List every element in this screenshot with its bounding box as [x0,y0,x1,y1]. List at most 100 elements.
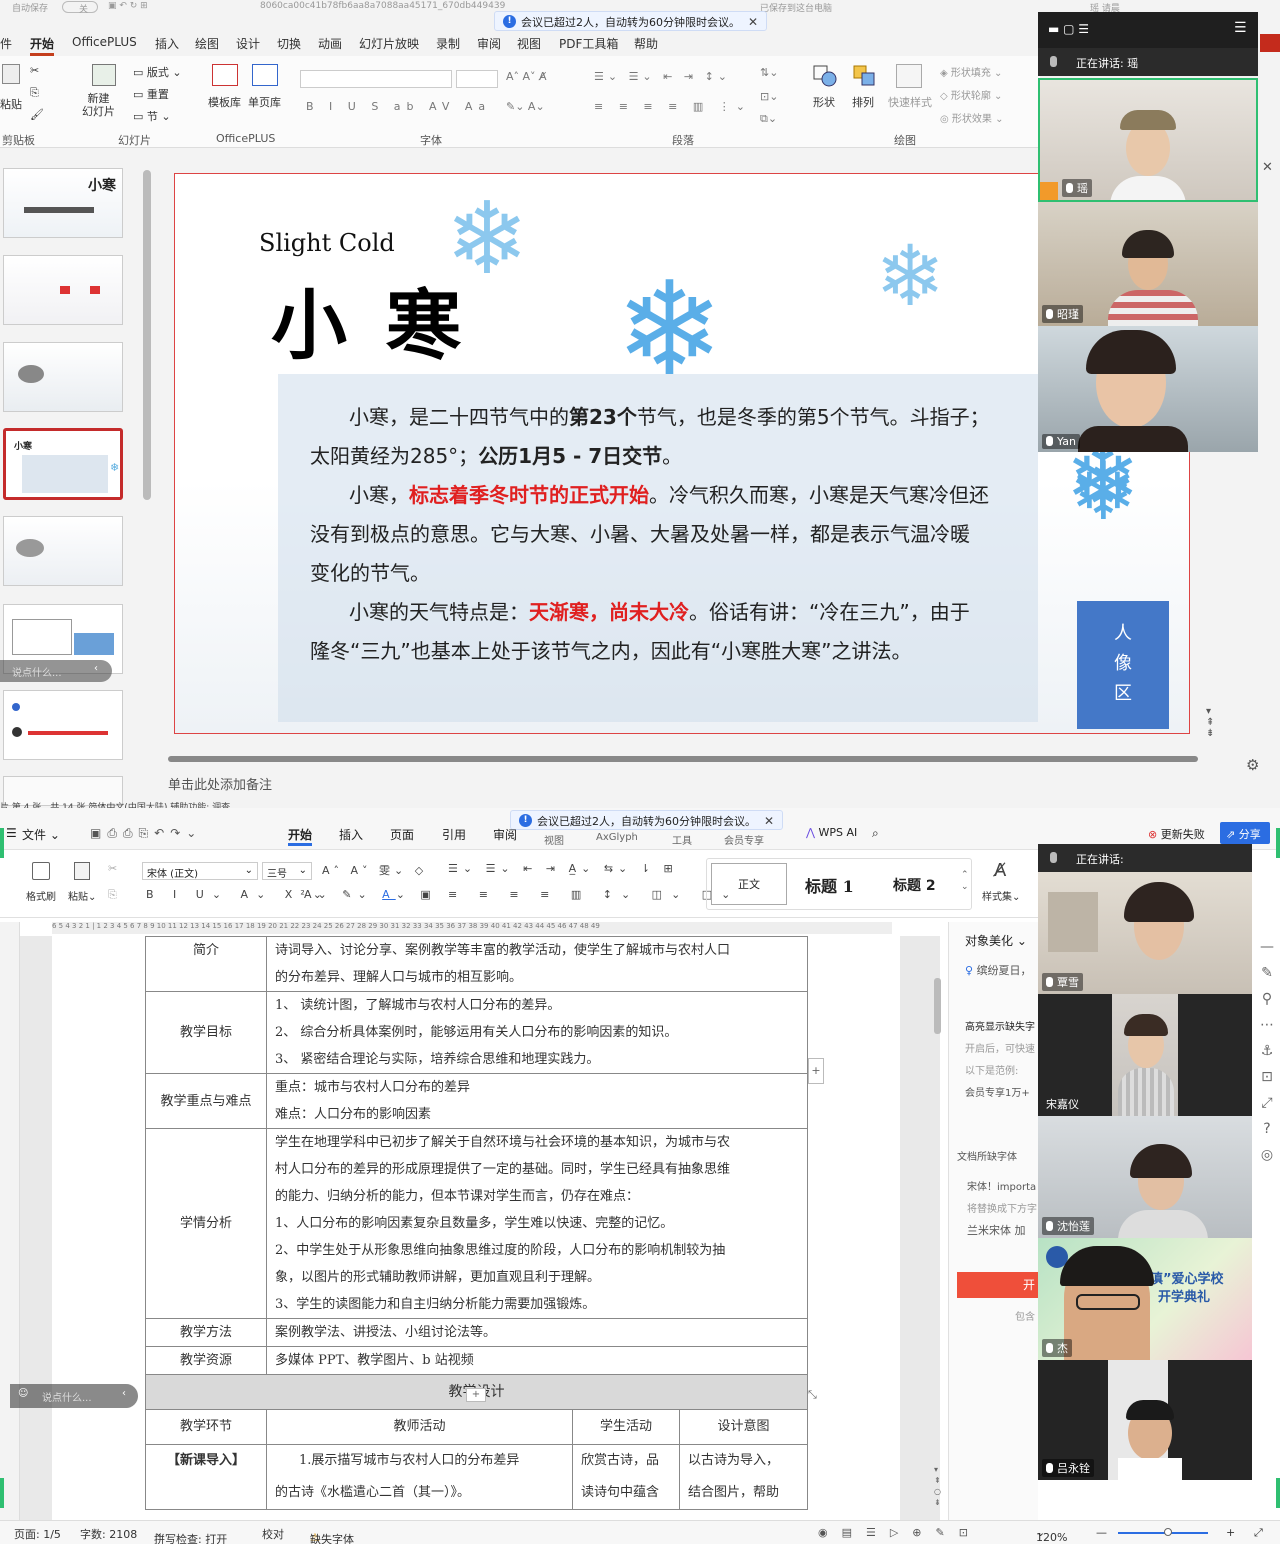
font-name-select[interactable] [300,70,452,88]
font-name-select[interactable]: 宋体 (正文) ⌄ [142,862,258,880]
shape-outline-button[interactable]: ◇ 形状轮廓 ⌄ [940,87,1002,102]
shapes-icon[interactable] [812,64,838,88]
layout-button[interactable]: ▭ 版式 ⌄ [133,64,182,80]
save-icon[interactable]: ▣ ↶ ↻ ⊞ [108,1,148,11]
chevron-left-icon[interactable]: ‹ [122,1388,126,1399]
vertical-scrollbar[interactable] [934,978,941,1034]
table-cell[interactable]: 重点：城市与农村人口分布的差异 难点：人口分布的影响因素 [266,1073,808,1129]
tab-animation[interactable]: 动画 [318,35,342,52]
comment-button[interactable] [1260,34,1280,52]
reset-button[interactable]: ▭ 重置 [133,86,169,102]
close-icon[interactable]: ✕ [748,15,758,29]
video-tile[interactable]: 吕永铨 [1038,1360,1252,1480]
table-cell[interactable]: 多媒体 PPT、教学图片、b 站视频 [266,1346,808,1375]
add-column-button[interactable]: + [808,1058,824,1084]
zoom-in-icon[interactable]: + [1226,1526,1235,1539]
arrange-button[interactable]: 排列 [852,94,874,110]
copy-icon[interactable]: ⎘ [30,86,39,100]
scroll-arrows-icon[interactable]: ▾ ⇞ ⇟ [1206,706,1214,739]
slide-thumbnail-1[interactable]: 小寒 [3,168,123,238]
tab-help[interactable]: 帮助 [634,35,658,52]
table-cell[interactable]: 1.展示描写城市与农村人口的分布差异 的古诗《水槛遣心二首（其一）》。 [266,1444,573,1510]
slide-thumbnail-7[interactable] [3,690,123,760]
new-slide-button[interactable]: 新建 幻灯片 [82,92,115,118]
style-heading2[interactable]: 标题 2 [893,875,936,895]
style-heading1[interactable]: 标题 1 [805,873,854,897]
video-tile[interactable]: 沈怡莲 [1038,1116,1252,1238]
list-icons[interactable]: ☰⌄ ☰⌄ ⇤ ⇥ A̲⌄ ⇆⌄ ⇂ ⊞ [448,862,678,875]
section-button[interactable]: ▭ 节 ⌄ [133,108,171,124]
single-page-button[interactable]: 单页库 [248,94,281,110]
tab-review[interactable]: 审阅 [477,35,501,52]
tab-pdf-tools[interactable]: PDF工具箱 [559,35,618,52]
wps-ai-button[interactable]: ⋀ WPS AI [806,826,857,839]
thumbnail-scrollbar[interactable] [143,170,151,500]
font-grow-icon[interactable]: A˄ A˅ A̸ [506,70,547,83]
shape-effect-button[interactable]: ◎ 形状效果 ⌄ [940,110,1003,125]
gear-icon[interactable]: ⚙ [1246,756,1259,774]
gallery-scroll-icon[interactable]: ⌃ ⌄ [961,869,969,893]
video-tile[interactable]: 瑶 [1038,78,1258,202]
template-button[interactable]: 模板库 [208,94,241,110]
tab-design[interactable]: 设计 [236,35,260,52]
tab-record[interactable]: 录制 [436,35,460,52]
view-mode-icons[interactable]: ◉▤☰▷⊕✎⊡ [818,1526,982,1539]
tab-tools[interactable]: 工具 [672,832,692,847]
tab-vip[interactable]: 会员专享 [724,832,764,847]
list-icons[interactable]: ☰⌄ ☰⌄ ⇤ ⇥ ↕⌄ [594,70,731,83]
arrange-icon[interactable] [852,64,878,88]
font-size-grow-icon[interactable]: A˄ A˅ 雯⌄ ◇ [322,862,427,878]
format-brush-button[interactable]: 格式刷 [26,888,56,903]
proofread-button[interactable]: 校对 [262,1526,284,1542]
tab-slideshow[interactable]: 幻灯片放映 [359,35,419,52]
tab-home[interactable]: 开始 [30,35,55,56]
quick-access-icons[interactable]: ▣⎙⎙⎘↶↷⌄ [90,826,202,841]
window-controls-icon[interactable]: ▬ ▢ ☰ [1048,22,1089,36]
font-color-icon[interactable]: ✎⌄ A⌄ [506,100,545,113]
table-cell[interactable]: 1、 读统计图，了解城市与农村人口分布的差异。 2、 综合分析具体案例时，能够运用… [266,991,808,1074]
tab-draw[interactable]: 绘图 [195,35,219,52]
chat-input[interactable]: ☺ 说点什么... ‹ [10,1384,138,1408]
slide-thumbnail-3[interactable] [3,342,123,412]
font-size-select[interactable]: 三号 ⌄ [262,862,312,880]
table-cell[interactable]: 欣赏古诗，品 读诗句中蕴含 [572,1444,680,1510]
tab-reference[interactable]: 引用 [442,826,466,843]
tab-file[interactable]: 文件 ⌄ [22,826,60,843]
font-format-icons[interactable]: B I U S ab AV Aa [306,100,491,113]
font-color-icons[interactable]: A⌄ ✎⌄ A⌄ ▣ [304,888,437,901]
text-direction-icon[interactable]: ⇅⌄ [760,66,778,79]
slide-thumbnail-4[interactable]: 小寒 ❄ [3,428,123,500]
table-cell[interactable]: 学生在地理学科中已初步了解关于自然环境与社会环境的基本知识，为城市与农 村人口分布… [266,1128,808,1319]
video-tile[interactable]: 覃雪 [1038,872,1252,994]
zoom-slider[interactable] [1118,1532,1208,1534]
tab-view[interactable]: 视图 [544,832,564,847]
style-set-icon[interactable]: A̸ [994,860,1006,881]
font-size-select[interactable] [456,70,498,88]
smartart-icon[interactable]: ⧉⌄ [760,112,777,126]
menu-icon[interactable]: ☰ [6,826,17,840]
paste-button[interactable]: 粘贴⌄ [68,888,96,903]
cut-icon[interactable]: ✂ [30,64,39,77]
tab-file[interactable]: 件 [0,35,12,52]
single-page-icon[interactable] [252,64,278,86]
notes-placeholder[interactable]: 单击此处添加备注 [168,774,272,793]
fullscreen-icon[interactable]: ⤢ [1254,1526,1263,1540]
template-icon[interactable] [212,64,238,86]
shapes-button[interactable]: 形状 [813,94,835,110]
quick-style-button[interactable]: 快速样式 [888,94,932,110]
close-icon[interactable]: ✕ [764,814,774,828]
paste-icon[interactable] [2,64,20,84]
style-normal[interactable]: 正文 [711,863,787,905]
page-nav-icons[interactable]: ▾ ⇞ ○ ⇟ [934,1464,941,1508]
menu-icon[interactable]: ☰ [1234,20,1247,36]
paste-icon[interactable] [74,862,90,880]
format-painter-icon[interactable]: 🖌 [30,108,44,121]
align-icons[interactable]: ≡ ≡ ≡ ≡ ▥ ⋮⌄ [594,100,751,113]
cut-icon[interactable]: ✂ [108,862,117,875]
page-indicator[interactable]: 页面: 1/5 [14,1526,61,1542]
zoom-slider-handle[interactable] [1164,1528,1172,1536]
update-failed-button[interactable]: ⊗ 更新失败 [1148,826,1205,842]
emoji-icon[interactable]: ☺ [18,1388,28,1399]
font-style-icons[interactable]: B I U⌄ A⌄ X²⌄ [146,888,330,901]
table-cell[interactable]: 诗词导入、讨论分享、案例教学等丰富的教学活动，使学生了解城市与农村人口 的分布差异… [266,936,808,992]
